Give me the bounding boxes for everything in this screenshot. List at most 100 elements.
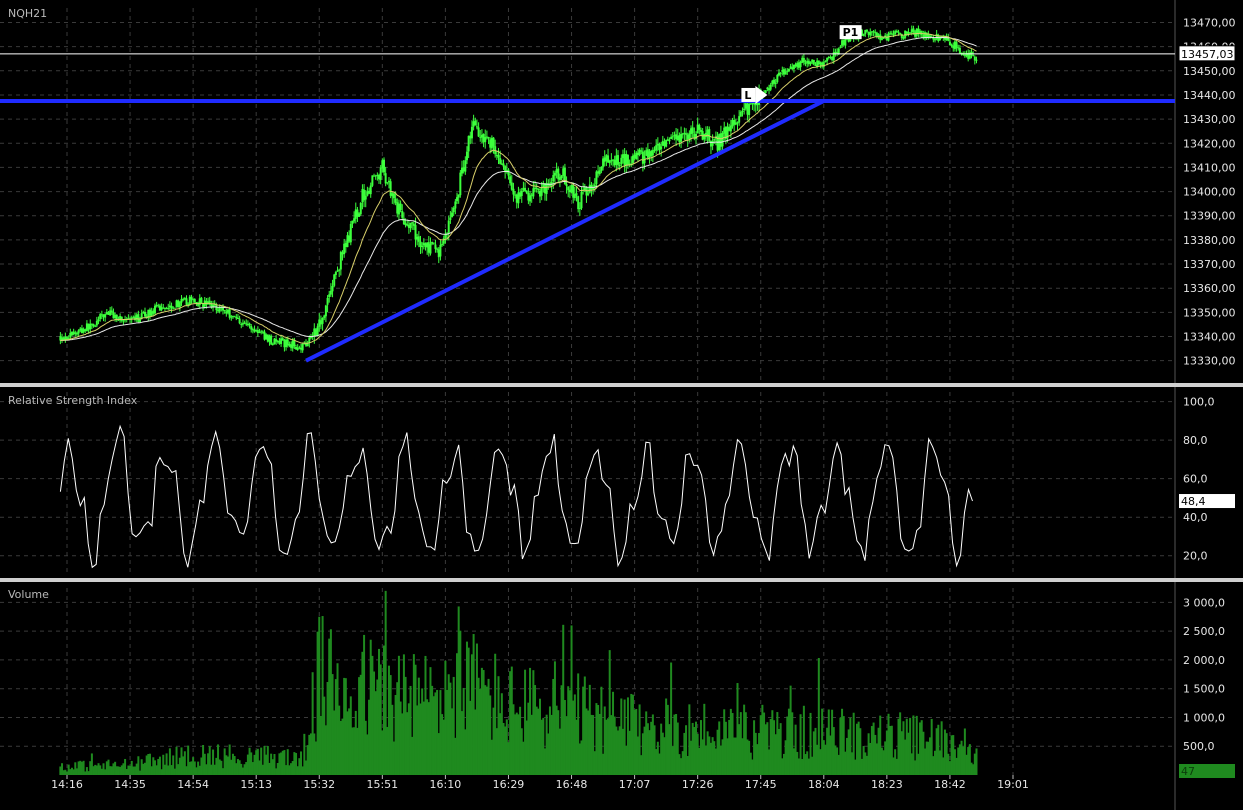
candle-body [617, 155, 620, 165]
candle-body [912, 28, 915, 32]
candle-body [271, 343, 274, 346]
candle-body [899, 33, 902, 35]
candle-body [812, 60, 815, 65]
y-tick-label: 40,0 [1183, 511, 1208, 524]
candle-body [248, 323, 251, 326]
candle-body [193, 299, 196, 303]
candle-body [824, 61, 827, 63]
candle-body [897, 31, 900, 33]
candle-body [741, 111, 744, 113]
candle-body [139, 319, 142, 323]
y-tick-label: 2 000,0 [1183, 654, 1225, 667]
candle-body [837, 48, 840, 55]
candle-body [316, 326, 319, 336]
candle-body [115, 314, 118, 319]
panel-separator-rsi-volume[interactable] [0, 578, 1243, 582]
candle-body [301, 343, 304, 351]
candle-body [660, 146, 663, 150]
candle-body [401, 210, 404, 218]
candle-body [144, 311, 147, 317]
candle-body [328, 294, 331, 298]
candle-body [540, 187, 543, 196]
candle-body [153, 305, 156, 314]
y-tick-label: 1 500,0 [1183, 683, 1225, 696]
candle-body [862, 33, 865, 37]
candle-body [167, 307, 170, 309]
candle-body [721, 133, 724, 147]
x-tick-label: 15:32 [303, 778, 335, 791]
candle-body [452, 207, 455, 213]
candle-body [434, 244, 437, 249]
candle-body [748, 103, 751, 115]
candle-body [339, 251, 342, 270]
y-tick-label: 100,0 [1183, 396, 1215, 409]
x-tick-label: 14:54 [177, 778, 209, 791]
candle-body [411, 222, 414, 224]
candle-body [474, 120, 477, 126]
candle-body [739, 111, 742, 117]
panel-separator-price-rsi[interactable] [0, 383, 1243, 387]
y-tick-label: 20,0 [1183, 550, 1208, 563]
candle-body [743, 108, 746, 111]
y-tick-label: 13370,00 [1183, 258, 1236, 271]
candle-body [884, 35, 887, 37]
candle-body [178, 302, 181, 308]
candle-body [507, 169, 510, 176]
candle-body [492, 137, 495, 147]
candle-body [958, 47, 961, 54]
candle-body [122, 320, 125, 322]
candle-body [671, 136, 674, 138]
y-tick-label: 13470,00 [1183, 16, 1236, 29]
candle-body [665, 139, 668, 147]
y-tick-label: 13380,00 [1183, 234, 1236, 247]
candle-body [691, 127, 694, 134]
candle-body [787, 68, 790, 72]
y-tick-label: 13430,00 [1183, 113, 1236, 126]
volume-last-label: 47 [1181, 765, 1195, 778]
candle-body [600, 166, 603, 171]
candle-body [865, 29, 868, 32]
candle-body [200, 297, 203, 304]
candle-body [465, 151, 468, 161]
candle-body [454, 201, 457, 209]
candle-body [955, 42, 958, 48]
candle-body [565, 184, 568, 186]
candle-body [618, 164, 621, 166]
candle-body [736, 122, 739, 124]
candle-body [509, 176, 512, 184]
x-tick-label: 17:26 [682, 778, 714, 791]
candle-body [442, 238, 445, 244]
candle-body [909, 32, 912, 34]
x-tick-label: 17:45 [745, 778, 777, 791]
candle-body [575, 193, 578, 196]
chart-canvas[interactable]: LP1 NQH21 13470,0013460,0013450,0013440,… [0, 0, 1243, 810]
volume-panel-title: Volume [8, 588, 49, 601]
candle-body [510, 182, 513, 190]
y-tick-label: 13410,00 [1183, 161, 1236, 174]
candle-body [477, 127, 480, 137]
candle-body [464, 160, 467, 172]
candle-body [598, 170, 601, 175]
x-tick-label: 16:48 [556, 778, 588, 791]
candle-body [499, 158, 502, 164]
candle-body [839, 46, 842, 48]
candle-body [185, 298, 188, 305]
candle-body [321, 317, 324, 324]
candle-body [502, 163, 505, 167]
y-tick-label: 500,0 [1183, 740, 1215, 753]
candle-body [826, 57, 829, 62]
candle-body [182, 299, 185, 301]
candle-body [306, 343, 309, 347]
candle-body [329, 290, 332, 295]
candle-body [651, 150, 654, 156]
candle-body [441, 243, 444, 245]
y-tick-label: 13330,00 [1183, 355, 1236, 368]
candle-body [769, 84, 772, 90]
candle-body [680, 133, 683, 142]
marker-p1[interactable]: P1 [839, 25, 862, 40]
candle-body [432, 242, 435, 244]
candle-body [359, 202, 362, 215]
candle-body [512, 188, 515, 195]
candle-body [379, 167, 382, 181]
candle-body [369, 185, 372, 195]
